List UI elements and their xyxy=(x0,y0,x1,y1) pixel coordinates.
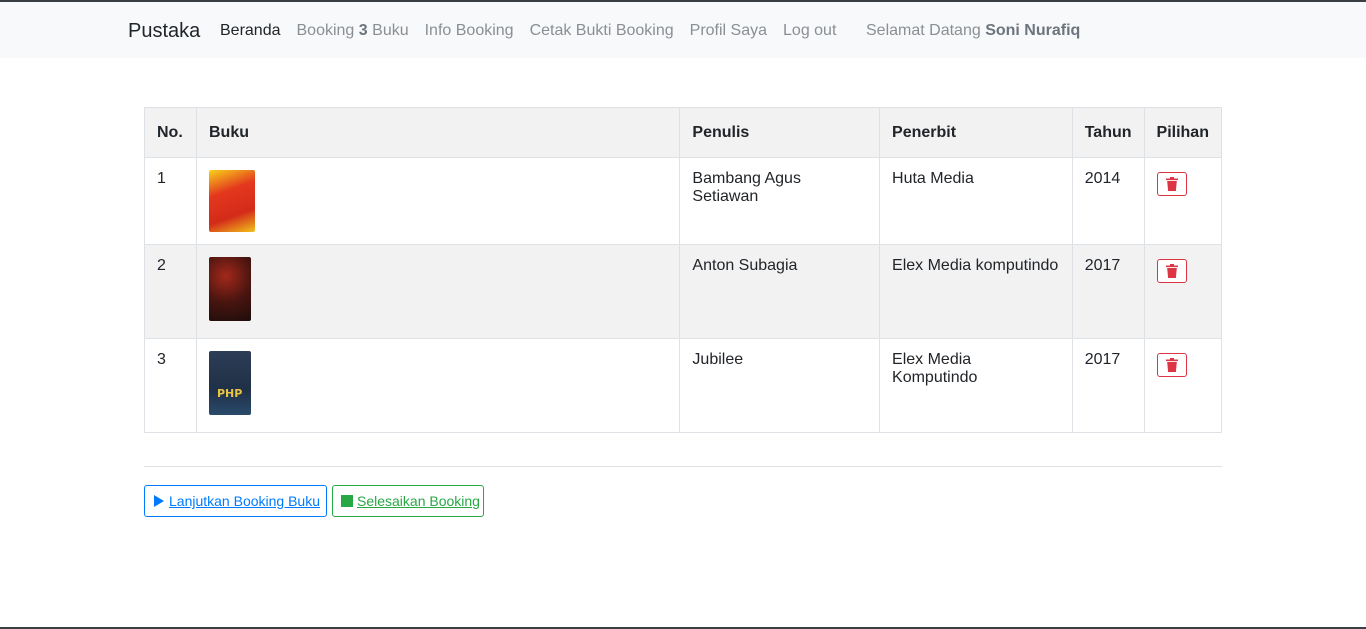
delete-button[interactable] xyxy=(1156,353,1187,377)
trash-icon xyxy=(1165,177,1178,191)
cell-pilihan xyxy=(1143,244,1223,339)
book-cover-image xyxy=(208,351,251,415)
cell-penerbit: Huta Media xyxy=(879,157,1073,245)
header-pilihan: Pilihan xyxy=(1143,107,1223,158)
header-tahun: Tahun xyxy=(1071,107,1145,158)
cell-tahun: 2014 xyxy=(1071,157,1145,245)
continue-booking-label: Lanjutkan Booking Buku xyxy=(169,493,320,509)
play-icon xyxy=(153,494,165,508)
table-row: 1 Bambang Agus Setiawan Huta Media 2014 xyxy=(144,157,1223,245)
nav-booking-label: Booking xyxy=(296,22,355,39)
cell-penerbit: Elex Media komputindo xyxy=(879,244,1073,339)
nav-item-logout[interactable]: Log out xyxy=(783,22,836,40)
trash-icon xyxy=(1165,264,1178,278)
table-row: 3 Jubilee Elex Media Komputindo 2017 xyxy=(144,338,1223,433)
stop-icon xyxy=(341,495,353,507)
booking-table: No. Buku Penulis Penerbit Tahun Pilihan … xyxy=(144,107,1223,433)
header-penerbit: Penerbit xyxy=(879,107,1073,158)
table-header-row: No. Buku Penulis Penerbit Tahun Pilihan xyxy=(144,107,1223,158)
nav-menu: Beranda Booking 3 Buku Info Booking Ceta… xyxy=(220,22,852,40)
trash-icon xyxy=(1165,358,1178,372)
continue-booking-button[interactable]: Lanjutkan Booking Buku xyxy=(144,485,327,517)
welcome-prefix: Selamat Datang xyxy=(866,22,981,39)
cell-no: 3 xyxy=(144,338,197,433)
user-name: Soni Nurafiq xyxy=(985,22,1081,39)
cell-tahun: 2017 xyxy=(1071,338,1145,433)
cell-penerbit: Elex Media Komputindo xyxy=(879,338,1073,433)
cell-tahun: 2017 xyxy=(1071,244,1145,339)
table-row: 2 Anton Subagia Elex Media komputindo 20… xyxy=(144,244,1223,339)
delete-button[interactable] xyxy=(1156,172,1187,196)
nav-booking-suffix: Buku xyxy=(372,22,409,39)
nav-item-booking[interactable]: Booking 3 Buku xyxy=(297,22,409,40)
finish-booking-label: Selesaikan Booking xyxy=(357,493,480,509)
nav-item-beranda[interactable]: Beranda xyxy=(220,22,281,40)
nav-item-profil[interactable]: Profil Saya xyxy=(690,22,767,40)
booking-count: 3 xyxy=(358,22,368,39)
header-buku: Buku xyxy=(195,107,681,158)
cell-pilihan xyxy=(1143,338,1223,433)
nav-item-cetak-bukti[interactable]: Cetak Bukti Booking xyxy=(530,22,674,40)
book-cover-image xyxy=(208,170,255,232)
welcome-text: Selamat Datang Soni Nurafiq xyxy=(866,22,1080,40)
cell-no: 2 xyxy=(144,244,197,339)
divider xyxy=(144,466,1222,467)
navbar: Pustaka Beranda Booking 3 Buku Info Book… xyxy=(0,2,1366,58)
cell-buku xyxy=(195,244,681,339)
book-cover-image xyxy=(208,257,251,321)
cell-penulis: Anton Subagia xyxy=(679,244,881,339)
cell-buku xyxy=(195,338,681,433)
cell-pilihan xyxy=(1143,157,1223,245)
finish-booking-button[interactable]: Selesaikan Booking xyxy=(332,485,484,517)
header-penulis: Penulis xyxy=(679,107,881,158)
delete-button[interactable] xyxy=(1156,259,1187,283)
cell-buku xyxy=(195,157,681,245)
header-no: No. xyxy=(144,107,197,158)
cell-penulis: Bambang Agus Setiawan xyxy=(679,157,881,245)
brand-link[interactable]: Pustaka xyxy=(128,20,200,43)
nav-item-info-booking[interactable]: Info Booking xyxy=(425,22,514,40)
cell-penulis: Jubilee xyxy=(679,338,881,433)
cell-no: 1 xyxy=(144,157,197,245)
